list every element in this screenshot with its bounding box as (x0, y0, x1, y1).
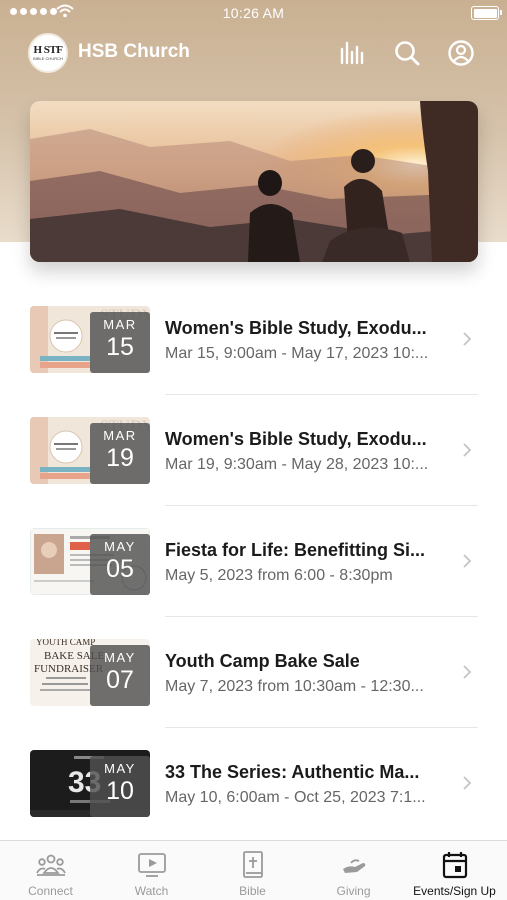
event-date-badge: MAY 10 (90, 756, 150, 817)
search-icon[interactable] (393, 39, 421, 67)
tab-label: Giving (336, 884, 371, 898)
tab-label: Bible (239, 884, 266, 898)
profile-icon[interactable] (447, 39, 475, 67)
event-date-month: MAR (103, 428, 137, 443)
hero-banner-image[interactable] (30, 101, 478, 262)
battery-icon (471, 6, 502, 20)
tab-events-sign-up[interactable]: Events/Sign Up (404, 841, 505, 900)
event-title: Women's Bible Study, Exodu... (165, 318, 427, 338)
event-date-badge: MAY 05 (90, 534, 150, 595)
tab-bible[interactable]: Bible (202, 841, 303, 900)
bottom-tab-bar: Connect Watch Bible Giving Events/Sign U… (0, 840, 507, 900)
tab-label: Watch (134, 884, 169, 898)
chevron-right-icon (463, 443, 472, 457)
chevron-right-icon (463, 554, 472, 568)
event-item[interactable]: STUDY MAR 15 Women's Bible Study, Exodu.… (30, 284, 478, 395)
event-item[interactable]: STUDY MAR 19 Women's Bible Study, Exodu.… (30, 395, 478, 506)
event-item[interactable]: MAY 05 Fiesta for Life: Benefitting Si..… (30, 506, 478, 617)
event-item[interactable]: YOUTH CAMP BAKE SALE FUNDRAISER MAY 07 Y… (30, 617, 478, 728)
event-date-month: MAY (104, 761, 136, 776)
event-date-day: 15 (106, 333, 134, 361)
event-datetime: Mar 19, 9:30am - May 28, 2023 10:... (165, 456, 429, 473)
event-datetime: May 5, 2023 from 6:00 - 8:30pm (165, 567, 393, 584)
status-bar: 10:26 AM (0, 0, 507, 28)
chevron-right-icon (463, 665, 472, 679)
status-time: 10:26 AM (222, 5, 285, 21)
app-title: HSB Church (78, 41, 190, 62)
event-date-badge: MAY 07 (90, 645, 150, 706)
app-header: H STF BIBLE CHURCH HSB Church (0, 30, 507, 76)
event-date-month: MAY (104, 539, 136, 554)
event-title: Fiesta for Life: Benefitting Si... (165, 540, 426, 560)
event-datetime: Mar 15, 9:00am - May 17, 2023 10:... (165, 345, 429, 362)
svg-text:YOUTH CAMP: YOUTH CAMP (36, 639, 95, 647)
people-icon (35, 854, 66, 876)
chevron-right-icon (463, 776, 472, 790)
tab-connect[interactable]: Connect (0, 841, 101, 900)
church-logo[interactable]: H STF BIBLE CHURCH (28, 33, 68, 73)
event-date-day: 05 (106, 555, 134, 583)
play-screen-icon (137, 853, 166, 877)
event-title: Youth Camp Bake Sale (165, 651, 360, 671)
event-date-badge: MAR 15 (90, 312, 150, 373)
calendar-icon (442, 852, 467, 879)
event-date-day: 19 (106, 444, 134, 472)
event-date-month: MAR (103, 317, 137, 332)
logo-text: H STF (33, 43, 63, 56)
tab-label: Events/Sign Up (413, 884, 496, 898)
tab-label: Connect (28, 884, 73, 898)
bible-icon (242, 851, 263, 878)
logo-subtext: BIBLE CHURCH (33, 55, 63, 61)
tab-watch[interactable]: Watch (101, 841, 202, 900)
audio-bars-icon[interactable] (338, 39, 366, 67)
event-datetime: May 10, 6:00am - Oct 25, 2023 7:1... (165, 789, 426, 806)
event-title: 33 The Series: Authentic Ma... (165, 762, 420, 782)
tab-giving[interactable]: Giving (303, 841, 404, 900)
event-date-badge: MAR 19 (90, 423, 150, 484)
event-date-month: MAY (104, 650, 136, 665)
event-date-day: 10 (106, 777, 134, 805)
event-date-day: 07 (106, 666, 134, 694)
chevron-right-icon (463, 332, 472, 346)
event-datetime: May 7, 2023 from 10:30am - 12:30... (165, 678, 424, 695)
event-title: Women's Bible Study, Exodu... (165, 429, 427, 449)
giving-hand-icon (342, 859, 365, 873)
event-item[interactable]: 33 MAY 10 33 The Series: Authentic Ma...… (30, 728, 478, 839)
